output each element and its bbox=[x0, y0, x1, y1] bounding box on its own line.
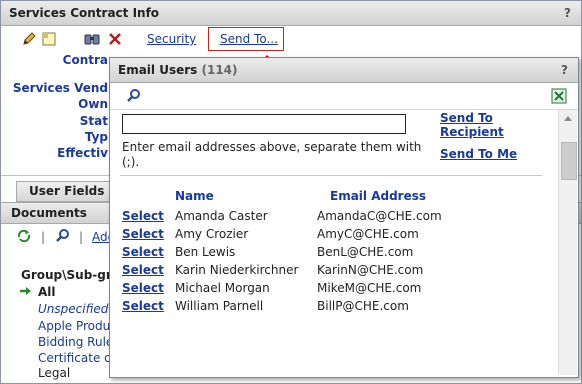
group-item[interactable]: Certificate o bbox=[38, 351, 112, 365]
user-email: AmyC@CHE.com bbox=[317, 227, 419, 241]
user-name: Michael Morgan bbox=[175, 281, 270, 295]
dialog-scrollbar[interactable] bbox=[558, 110, 577, 375]
type-label: Typ bbox=[84, 130, 108, 144]
group-item[interactable]: Unspecified bbox=[38, 302, 108, 316]
contract-label: Contra bbox=[62, 53, 108, 67]
delete-icon[interactable] bbox=[107, 31, 123, 47]
email-addresses-input[interactable] bbox=[122, 114, 406, 134]
toolbar-separator: | bbox=[79, 230, 84, 244]
dialog-toolbar bbox=[110, 83, 578, 110]
dialog-title: Email Users (114) bbox=[118, 63, 238, 77]
toolbar-separator: | bbox=[41, 230, 46, 244]
tab-user-fields[interactable]: User Fields bbox=[16, 181, 114, 202]
documents-title: Documents bbox=[11, 206, 87, 220]
group-item[interactable]: Apple Produc bbox=[38, 319, 117, 333]
scroll-up-icon[interactable] bbox=[564, 116, 572, 121]
search-icon[interactable] bbox=[126, 88, 142, 104]
dialog-help-button[interactable]: ? bbox=[561, 63, 568, 77]
vendor-label: Services Vend bbox=[12, 81, 108, 95]
dialog-title-text: Email Users bbox=[118, 63, 198, 77]
effective-label: Effectiv bbox=[57, 146, 108, 160]
select-user-link[interactable]: Select bbox=[122, 263, 164, 277]
column-header-name: Name bbox=[175, 189, 214, 203]
refresh-icon[interactable] bbox=[16, 228, 32, 244]
column-header-email: Email Address bbox=[330, 189, 427, 203]
select-user-link[interactable]: Select bbox=[122, 299, 164, 313]
security-link[interactable]: Security bbox=[147, 32, 196, 46]
user-email: AmandaC@CHE.com bbox=[317, 209, 442, 223]
send-to-link[interactable]: Send To... bbox=[220, 32, 278, 46]
scrollbar-thumb[interactable] bbox=[561, 142, 577, 180]
user-row: Select Amy Crozier AmyC@CHE.com bbox=[110, 227, 550, 245]
email-users-dialog: Email Users (114) ? Enter email addresse… bbox=[109, 57, 579, 378]
pencil-icon[interactable] bbox=[21, 31, 37, 47]
user-row: Select Karin Niederkirchner KarinN@CHE.c… bbox=[110, 263, 550, 281]
binoculars-icon[interactable] bbox=[84, 31, 100, 47]
user-row: Select William Parnell BillP@CHE.com bbox=[110, 299, 550, 317]
user-email: BenL@CHE.com bbox=[317, 245, 414, 259]
user-name: Amy Crozier bbox=[175, 227, 249, 241]
user-row: Select Ben Lewis BenL@CHE.com bbox=[110, 245, 550, 263]
search-icon[interactable] bbox=[55, 228, 71, 244]
user-email: BillP@CHE.com bbox=[317, 299, 409, 313]
select-user-link[interactable]: Select bbox=[122, 281, 164, 295]
owner-label: Own bbox=[78, 97, 108, 111]
select-user-link[interactable]: Select bbox=[122, 245, 164, 259]
email-hint: Enter email addresses above, separate th… bbox=[122, 140, 422, 169]
panel-titlebar: Services Contract Info ? bbox=[1, 1, 581, 26]
group-item[interactable]: Legal bbox=[38, 366, 70, 380]
select-user-link[interactable]: Select bbox=[122, 227, 164, 241]
tab-user-fields-label: User Fields bbox=[29, 184, 105, 198]
panel-toolbar: Security Send To... bbox=[1, 26, 581, 52]
select-user-link[interactable]: Select bbox=[122, 209, 164, 223]
dialog-titlebar: Email Users (114) ? bbox=[110, 58, 578, 83]
excel-icon[interactable] bbox=[551, 88, 567, 104]
help-button[interactable]: ? bbox=[564, 6, 571, 20]
send-to-recipient-link[interactable]: Send To Recipient bbox=[440, 111, 520, 139]
user-name: Karin Niederkirchner bbox=[175, 263, 299, 277]
status-label: Stat bbox=[79, 114, 108, 128]
user-row: Select Michael Morgan MikeM@CHE.com bbox=[110, 281, 550, 299]
user-name: Ben Lewis bbox=[175, 245, 236, 259]
note-icon[interactable] bbox=[41, 31, 57, 47]
user-name: Amanda Caster bbox=[175, 209, 268, 223]
panel-title: Services Contract Info bbox=[9, 6, 160, 20]
user-row: Select Amanda Caster AmandaC@CHE.com bbox=[110, 209, 550, 227]
user-count: (114) bbox=[201, 63, 238, 77]
divider bbox=[120, 175, 542, 176]
group-item[interactable]: Bidding Rule bbox=[38, 335, 113, 349]
send-to-me-link[interactable]: Send To Me bbox=[440, 147, 517, 161]
user-email: MikeM@CHE.com bbox=[317, 281, 422, 295]
user-name: William Parnell bbox=[175, 299, 264, 313]
user-email: KarinN@CHE.com bbox=[317, 263, 424, 277]
group-all[interactable]: All bbox=[38, 285, 56, 299]
group-subgroup-label: Group\Sub-gr bbox=[21, 268, 112, 282]
arrow-right-icon bbox=[19, 284, 33, 301]
